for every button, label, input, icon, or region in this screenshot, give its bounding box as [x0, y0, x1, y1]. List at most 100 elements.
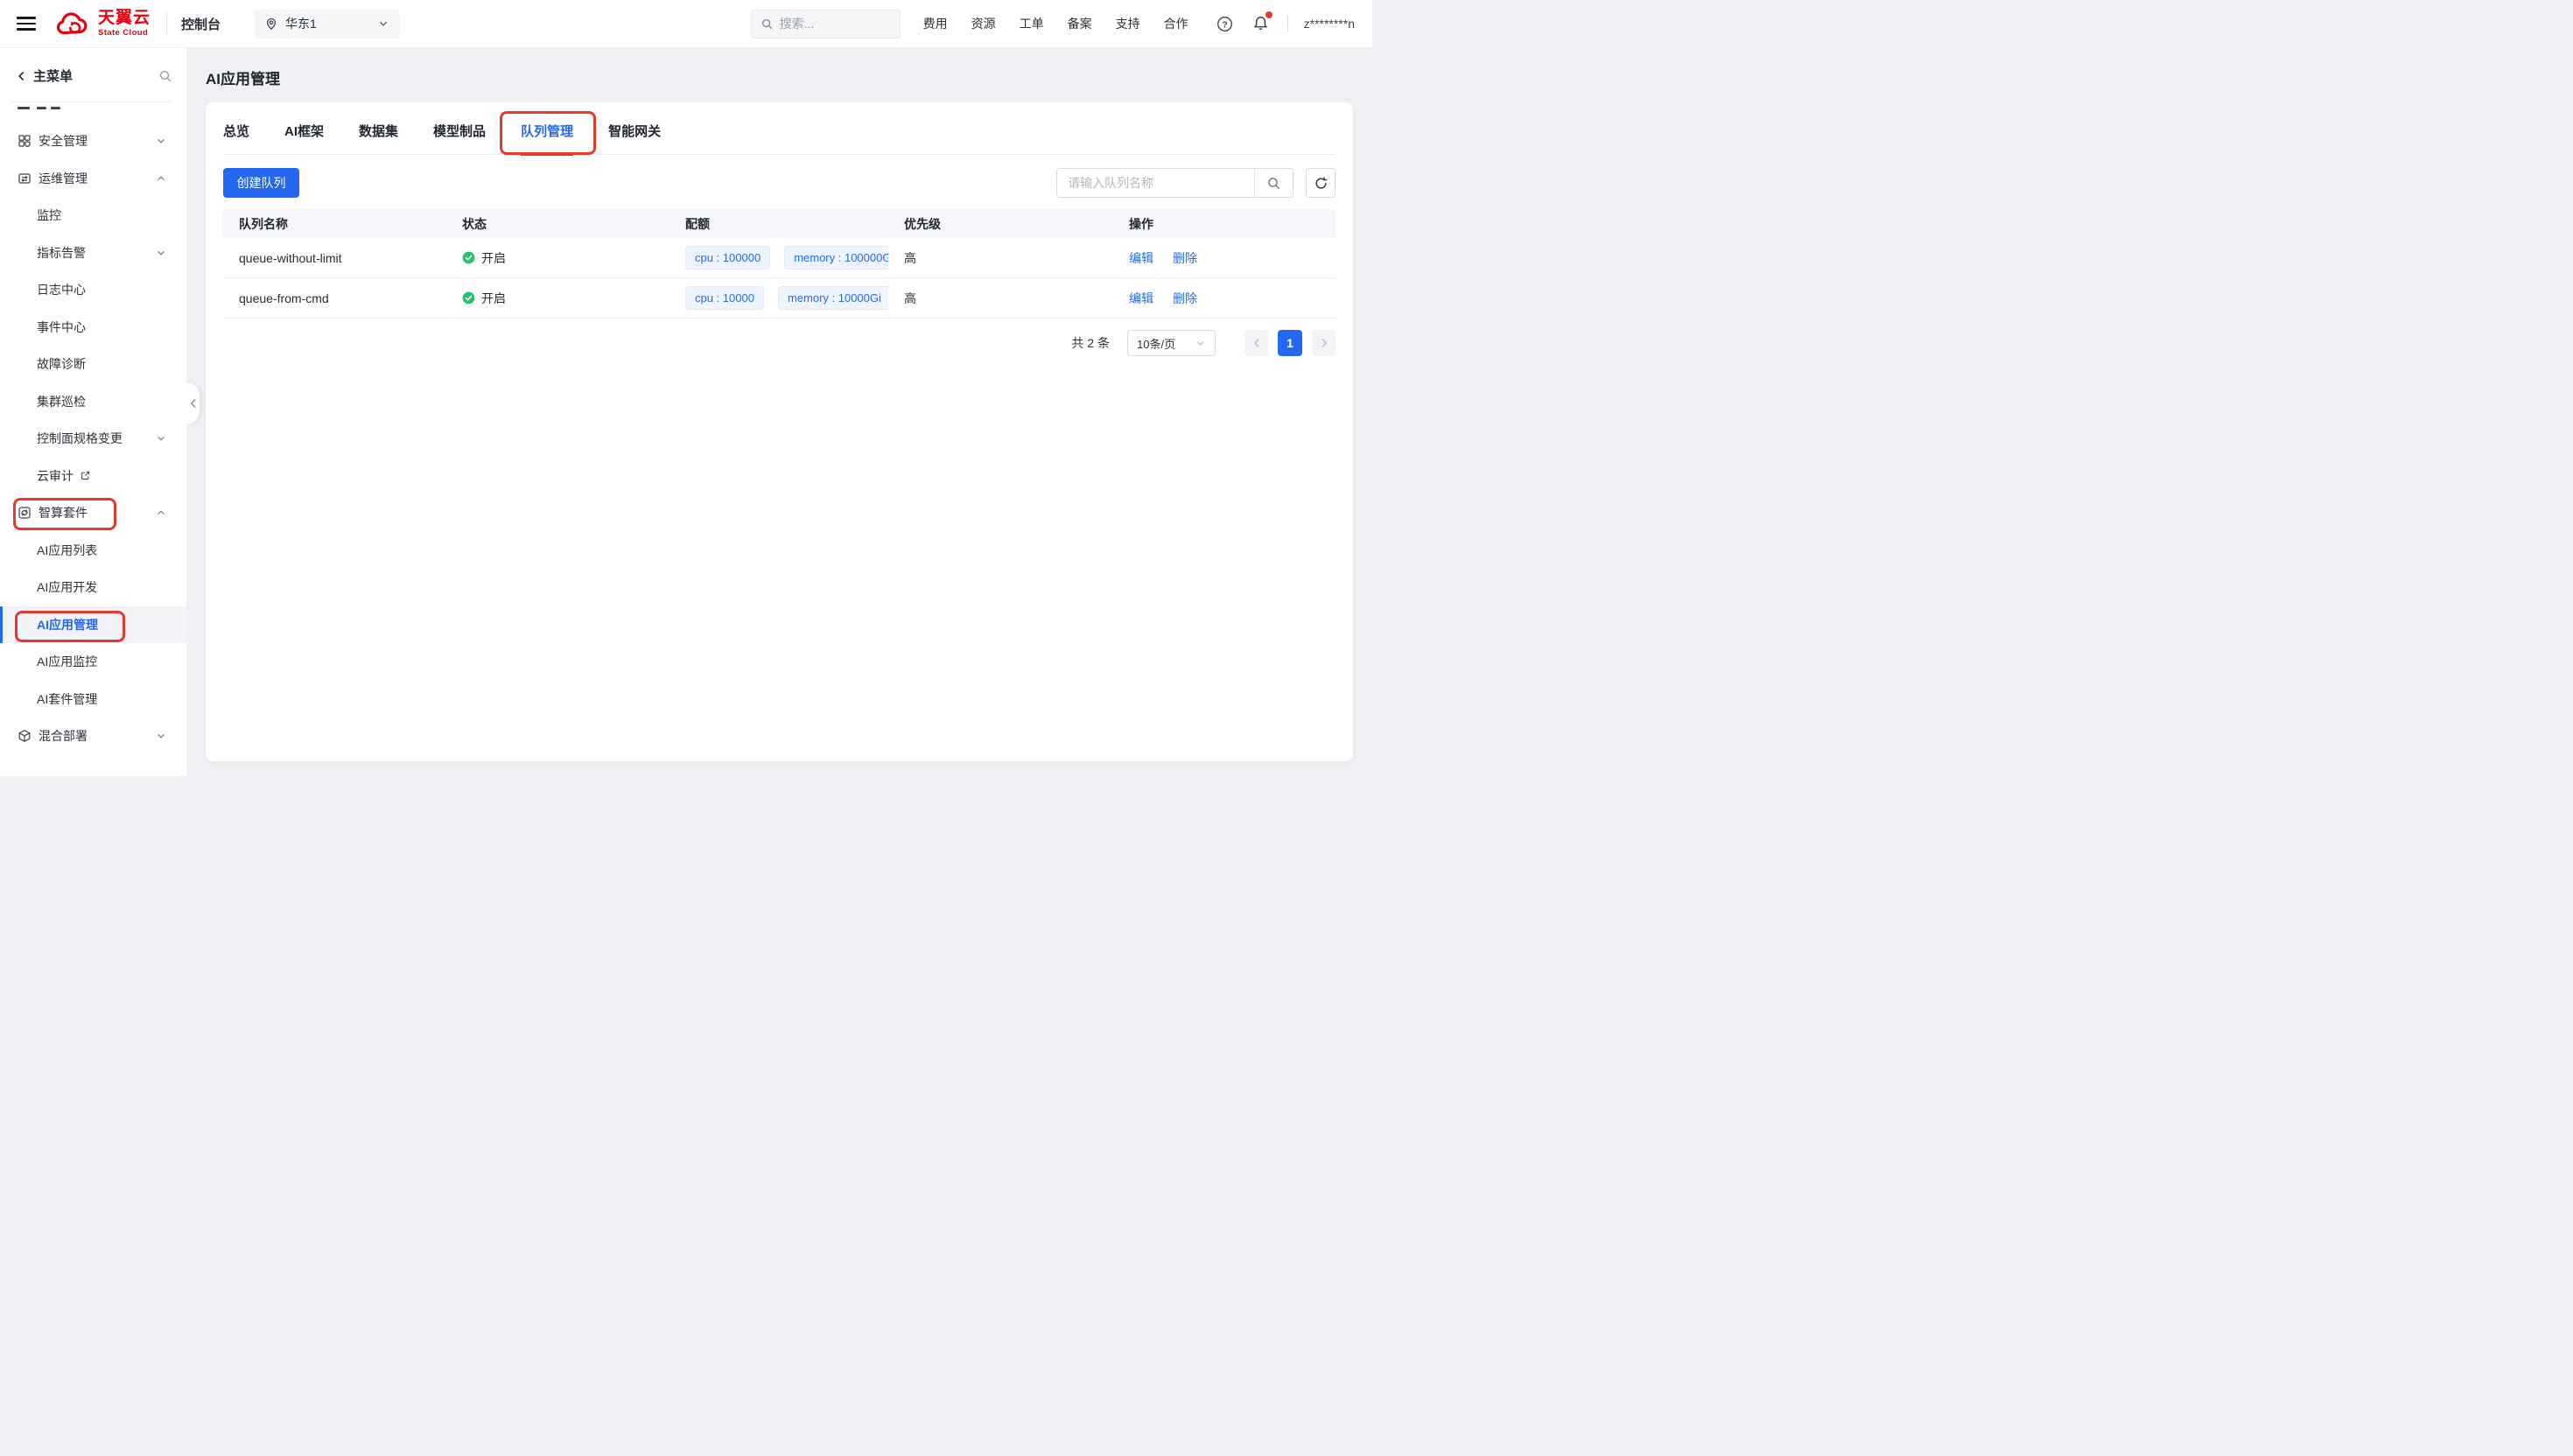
tab-dataset[interactable]: 数据集: [359, 102, 398, 156]
sidebar-item-label: 混合部署: [39, 727, 88, 745]
current-page-button[interactable]: 1: [1278, 330, 1302, 356]
topbar: 天翼云 State Cloud 控制台 华东1 费用 资源 工单 备案: [0, 0, 1372, 48]
col-status: 状态: [446, 215, 670, 233]
sidebar-item-ai-app-list[interactable]: AI应用列表: [0, 532, 186, 570]
content-card: 总览 AI框架 数据集 模型制品 队列管理 智能网关 创建队列: [206, 102, 1353, 761]
status-check-icon: [462, 251, 475, 264]
sidebar-item-ai-app-monitoring[interactable]: AI应用监控: [0, 643, 186, 681]
tab-smart-gateway[interactable]: 智能网关: [608, 102, 661, 156]
chevron-down-icon: [1195, 338, 1206, 349]
brand-subtitle: State Cloud: [98, 29, 151, 38]
notification-bell-icon[interactable]: [1252, 15, 1269, 32]
edit-link[interactable]: 编辑: [1129, 290, 1153, 307]
status-check-icon: [462, 291, 475, 304]
queue-search-input[interactable]: [1057, 169, 1254, 197]
status-text: 开启: [481, 249, 506, 267]
topbar-divider: [1287, 15, 1288, 32]
tab-model-artifacts[interactable]: 模型制品: [433, 102, 486, 156]
queue-name: queue-from-cmd: [223, 291, 446, 305]
sidebar-item-monitoring[interactable]: 监控: [0, 197, 186, 234]
status-badge: 开启: [462, 290, 506, 307]
sidebar-search-icon[interactable]: [158, 69, 172, 83]
sidebar-item-control-plane-spec[interactable]: 控制面规格变更: [0, 420, 186, 458]
quota-tag-memory: memory : 100000G: [784, 246, 888, 270]
sidebar-item-label: AI套件管理: [37, 690, 97, 708]
global-search[interactable]: [751, 10, 901, 38]
status-text: 开启: [481, 290, 506, 307]
sidebar-item-cluster-inspection[interactable]: 集群巡检: [0, 383, 186, 421]
console-link[interactable]: 控制台: [181, 15, 221, 33]
sidebar-item-metric-alerts[interactable]: 指标告警: [0, 234, 186, 272]
page-size-select[interactable]: 10条/页: [1127, 330, 1216, 356]
security-grid-icon: [18, 134, 32, 148]
tab-ai-framework[interactable]: AI框架: [284, 102, 324, 156]
refresh-button[interactable]: [1306, 168, 1336, 198]
pagination-total: 共 2 条: [1071, 334, 1110, 352]
sidebar-item-ai-suite-mgmt[interactable]: AI套件管理: [0, 681, 186, 718]
sidebar-item-fault-diagnosis[interactable]: 故障诊断: [0, 346, 186, 383]
sidebar-item-label: AI应用管理: [37, 616, 98, 634]
delete-link[interactable]: 删除: [1173, 290, 1197, 307]
queue-search-button[interactable]: [1254, 169, 1293, 197]
sidebar-collapse-handle[interactable]: [186, 382, 200, 424]
sidebar-item-label: AI应用列表: [37, 542, 97, 559]
topbar-nav: 费用 资源 工单 备案 支持 合作: [923, 15, 1212, 32]
chevron-up-icon: [155, 172, 167, 185]
ops-icon: [18, 172, 32, 186]
next-page-button[interactable]: [1312, 330, 1336, 356]
nav-item-support[interactable]: 支持: [1116, 15, 1140, 32]
tab-overview[interactable]: 总览: [223, 102, 249, 156]
sidebar-back-button[interactable]: 主菜单: [16, 66, 73, 85]
pagination: 共 2 条 10条/页 1: [223, 330, 1336, 356]
queue-search: [1056, 168, 1294, 198]
chevron-down-icon: [155, 432, 167, 444]
edit-link[interactable]: 编辑: [1129, 249, 1153, 267]
region-selector[interactable]: 华东1: [254, 10, 400, 38]
sidebar-item-hybrid-deployment[interactable]: 混合部署: [0, 718, 186, 755]
col-quota: 配额: [670, 215, 888, 233]
sidebar-item-label: 云审计: [37, 467, 74, 485]
delete-link[interactable]: 删除: [1173, 249, 1197, 267]
tab-queue-mgmt[interactable]: 队列管理: [521, 102, 573, 156]
main-content: AI应用管理 总览 AI框架 数据集 模型制品 队列管理 智能网关 创建队列: [186, 48, 1372, 776]
nav-item-resources[interactable]: 资源: [971, 15, 996, 32]
help-icon[interactable]: ?: [1216, 16, 1233, 32]
sidebar-item-log-center[interactable]: 日志中心: [0, 271, 186, 309]
nav-item-filing[interactable]: 备案: [1068, 15, 1092, 32]
prev-page-button[interactable]: [1244, 330, 1268, 356]
chevron-down-icon: [155, 247, 167, 259]
region-label: 华东1: [285, 15, 317, 32]
chevron-down-icon: [377, 18, 389, 30]
quota-tag-memory: memory : 10000Gi: [778, 286, 888, 310]
status-badge: 开启: [462, 249, 506, 267]
sidebar-item-ops-mgmt[interactable]: 运维管理: [0, 160, 186, 198]
cube-icon: [18, 729, 32, 743]
sidebar-item-ai-app-mgmt[interactable]: AI应用管理: [0, 606, 186, 644]
brand-title: 天翼云: [98, 10, 151, 26]
nav-item-cooperation[interactable]: 合作: [1164, 15, 1188, 32]
nav-item-billing[interactable]: 费用: [923, 15, 948, 32]
notification-dot: [1265, 11, 1272, 18]
sidebar-item-label: 智算套件: [39, 504, 88, 522]
global-search-input[interactable]: [780, 17, 880, 31]
sidebar-item-ai-suite[interactable]: 智算套件: [0, 494, 186, 532]
sidebar-item-label: AI应用监控: [37, 653, 97, 670]
sidebar-item-label: AI应用开发: [37, 578, 97, 596]
col-priority: 优先级: [888, 215, 1113, 233]
sidebar-item-security-mgmt[interactable]: 安全管理: [0, 122, 186, 160]
username[interactable]: z********n: [1304, 17, 1355, 31]
quota-tag-cpu: cpu : 10000: [685, 286, 764, 310]
nav-item-tickets[interactable]: 工单: [1020, 15, 1044, 32]
sidebar-item-event-center[interactable]: 事件中心: [0, 309, 186, 346]
ai-suite-icon: [18, 506, 32, 520]
toolbar: 创建队列: [223, 168, 1336, 198]
cloud-logo-icon: [55, 10, 92, 38]
create-queue-button[interactable]: 创建队列: [223, 168, 299, 198]
sidebar-menu: 安全管理 运维管理 监控 指标告警 日志中心 事件中心 故障诊断 集群巡检 控制…: [0, 122, 186, 755]
sidebar-item-ai-app-dev[interactable]: AI应用开发: [0, 569, 186, 606]
sidebar-item-cloud-audit[interactable]: 云审计: [0, 458, 186, 495]
col-queue-name: 队列名称: [223, 215, 446, 233]
sidebar-item-label: 日志中心: [37, 281, 86, 298]
sidebar-item-label: 控制面规格变更: [37, 430, 123, 447]
hamburger-menu-icon[interactable]: [17, 17, 36, 31]
